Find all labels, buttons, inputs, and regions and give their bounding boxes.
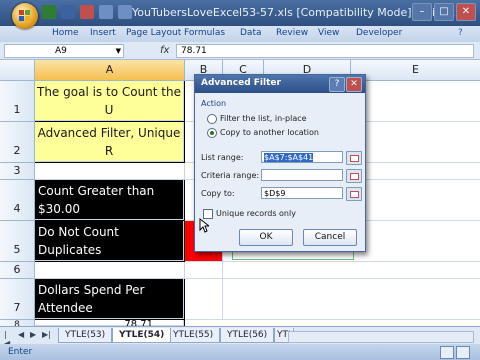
formula-input[interactable]: 78.71 bbox=[176, 44, 474, 58]
record-macro-icon[interactable] bbox=[79, 5, 94, 19]
row-header-5[interactable]: 5 bbox=[0, 221, 35, 262]
ribbon-tab-bar: Home Insert Page Layout Formulas Data Re… bbox=[0, 26, 480, 43]
unique-records-label[interactable]: Unique records only bbox=[216, 209, 296, 218]
filter-in-place-label[interactable]: Filter the list, in-place bbox=[220, 114, 307, 123]
list-range-value: $A$7:$A$41 bbox=[264, 153, 314, 162]
excel-icon[interactable] bbox=[42, 5, 56, 19]
cell-a4[interactable]: Count Greater than $30.00 bbox=[35, 180, 184, 220]
sheet-tab-ytle55[interactable]: YTLE(55) bbox=[166, 328, 221, 343]
collapse-dialog-icon[interactable] bbox=[346, 169, 362, 183]
last-sheet-icon[interactable]: ▶| bbox=[42, 330, 51, 340]
dialog-close-button[interactable]: ✕ bbox=[346, 77, 362, 92]
row-6-cells[interactable] bbox=[223, 262, 480, 279]
copy-to-label: Copy to: bbox=[201, 189, 235, 198]
list-range-label: List range: bbox=[201, 153, 244, 162]
green-range-marquee bbox=[232, 251, 354, 260]
row-header-2[interactable]: 2 bbox=[0, 122, 35, 163]
prev-sheet-icon[interactable]: ◀ bbox=[18, 330, 26, 340]
tab-data[interactable]: Data bbox=[240, 28, 262, 38]
tab-view[interactable]: View bbox=[318, 28, 339, 38]
office-button[interactable] bbox=[12, 3, 38, 29]
cell-a7[interactable]: Dollars Spend Per Attendee bbox=[35, 279, 184, 319]
copy-to-location-radio[interactable] bbox=[207, 128, 217, 138]
save-icon[interactable] bbox=[60, 5, 75, 19]
sheet-tab-ytle56[interactable]: YTLE(56) bbox=[220, 328, 275, 343]
name-box-value: A9 bbox=[55, 46, 67, 56]
chevron-down-icon[interactable]: ▼ bbox=[116, 45, 121, 57]
dialog-title: Advanced Filter bbox=[201, 78, 281, 88]
cell-b7[interactable] bbox=[185, 279, 223, 320]
row-header-4[interactable]: 4 bbox=[0, 180, 35, 221]
cell-a1[interactable]: The goal is to Count the U greater th bbox=[35, 81, 184, 121]
window-controls: – □ ✕ bbox=[410, 3, 476, 21]
cancel-button[interactable]: Cancel bbox=[303, 229, 357, 246]
cell-a3[interactable] bbox=[35, 163, 185, 180]
status-mode: Enter bbox=[8, 347, 33, 357]
select-all-corner[interactable] bbox=[0, 60, 35, 81]
minimize-button[interactable]: – bbox=[412, 3, 432, 21]
mouse-cursor-icon bbox=[199, 218, 209, 233]
dialog-help-button[interactable]: ? bbox=[329, 77, 345, 92]
cell-b6[interactable] bbox=[185, 262, 223, 279]
list-range-field[interactable]: $A$7:$A$41 bbox=[261, 151, 343, 163]
tab-home[interactable]: Home bbox=[52, 28, 79, 38]
page-layout-view-icon[interactable] bbox=[456, 346, 470, 359]
row-7-cells[interactable] bbox=[223, 279, 480, 320]
row-header-3[interactable]: 3 bbox=[0, 163, 35, 180]
sheet-tab-ytle54[interactable]: YTLE(54) bbox=[112, 328, 172, 343]
formula-bar: A9 ▼ fx 78.71 bbox=[0, 42, 480, 60]
sheet-tab-ytle53[interactable]: YTLE(53) bbox=[58, 328, 113, 343]
close-button[interactable]: ✕ bbox=[456, 3, 476, 21]
dialog-title-bar[interactable]: Advanced Filter ? ✕ bbox=[195, 75, 365, 93]
help-icon[interactable]: ? bbox=[458, 28, 463, 38]
tab-developer[interactable]: Developer bbox=[356, 28, 402, 38]
status-bar: Enter bbox=[0, 344, 480, 360]
copy-to-location-label[interactable]: Copy to another location bbox=[220, 128, 319, 137]
horizontal-scrollbar[interactable] bbox=[288, 331, 474, 343]
office-logo-icon bbox=[19, 10, 30, 21]
ok-button[interactable]: OK bbox=[239, 229, 293, 246]
tab-formulas[interactable]: Formulas bbox=[184, 28, 225, 38]
advanced-filter-dialog: Advanced Filter ? ✕ Action Filter the li… bbox=[194, 74, 366, 252]
criteria-range-label: Criteria range: bbox=[201, 171, 260, 180]
name-box[interactable]: A9 ▼ bbox=[4, 44, 124, 58]
row-header-6[interactable]: 6 bbox=[0, 262, 35, 279]
action-group-label: Action bbox=[201, 99, 227, 108]
maximize-button[interactable]: □ bbox=[434, 3, 454, 21]
row-header-1[interactable]: 1 bbox=[0, 81, 35, 122]
first-sheet-icon[interactable]: |◀ bbox=[4, 330, 12, 348]
quick-access-toolbar bbox=[42, 5, 134, 21]
cell-a2[interactable]: Advanced Filter, Unique R and then you c… bbox=[35, 122, 184, 162]
tab-review[interactable]: Review bbox=[276, 28, 308, 38]
normal-view-icon[interactable] bbox=[440, 346, 454, 359]
criteria-range-field[interactable] bbox=[261, 169, 343, 181]
tab-page-layout[interactable]: Page Layout bbox=[126, 28, 181, 38]
column-header-a[interactable]: A bbox=[35, 60, 185, 81]
column-header-e[interactable]: E bbox=[351, 60, 480, 81]
copy-to-field[interactable]: $D$9 bbox=[261, 187, 343, 199]
customize-toolbar-icon[interactable] bbox=[117, 5, 132, 19]
next-sheet-icon[interactable]: ▶ bbox=[30, 330, 38, 340]
collapse-dialog-icon[interactable] bbox=[346, 151, 362, 165]
sheet-tab-bar: |◀ ◀ ▶ ▶| YTLE(53) YTLE(54) YTLE(55) YTL… bbox=[0, 326, 480, 348]
collapse-dialog-icon[interactable] bbox=[346, 187, 362, 201]
cell-a6[interactable] bbox=[35, 262, 185, 279]
insert-function-icon[interactable]: fx bbox=[160, 45, 169, 56]
cell-a5[interactable]: Do Not Count Duplicates bbox=[35, 221, 184, 261]
filter-in-place-radio[interactable] bbox=[207, 114, 217, 124]
tab-insert[interactable]: Insert bbox=[90, 28, 116, 38]
undo-icon[interactable] bbox=[98, 5, 113, 19]
row-header-7[interactable]: 7 bbox=[0, 279, 35, 320]
